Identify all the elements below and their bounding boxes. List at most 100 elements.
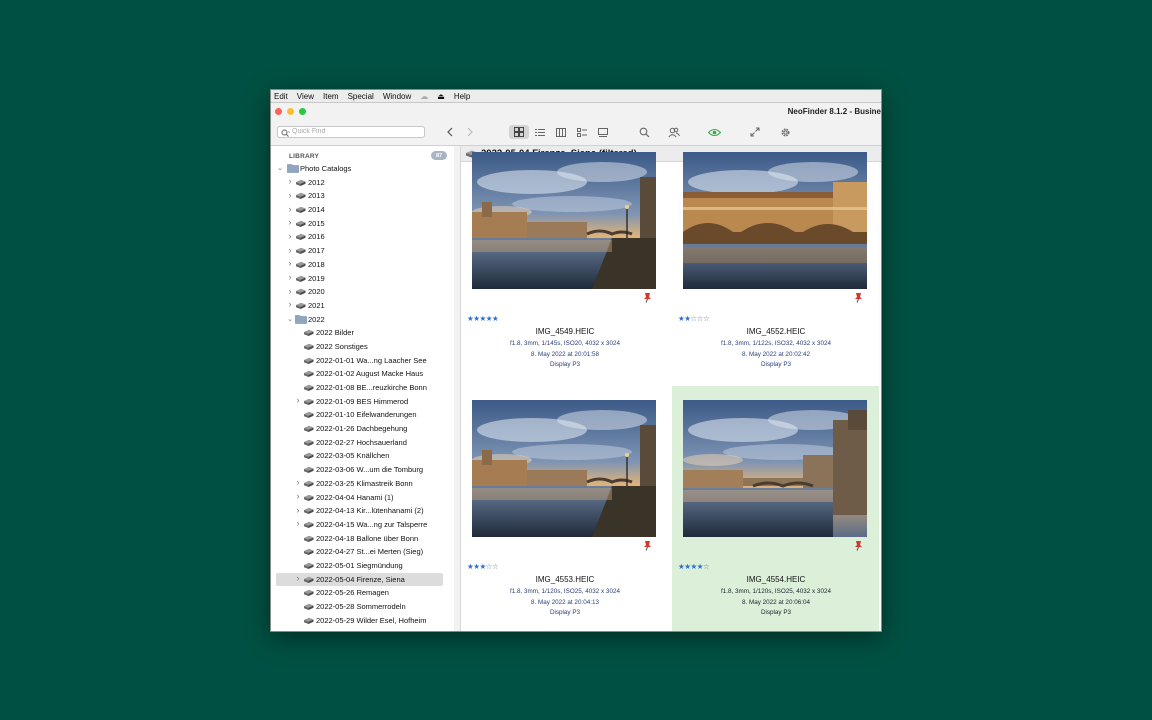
tree-item-label: 2022 Bilder [316, 328, 354, 338]
menu-help[interactable]: Help [454, 92, 470, 101]
tree-item[interactable]: 2022-05-01 Siegmündung [271, 559, 455, 573]
tree-item[interactable]: › 2022-04-15 Wa...ng zur Talsperre [271, 518, 455, 532]
tree-item[interactable]: 2022-05-29 Wilder Esel, Hofheim [271, 614, 455, 628]
chevron-right-icon[interactable]: › [287, 300, 293, 309]
tree-item[interactable]: › 2022-04-13 Kir...lütenhanami (2) [271, 504, 455, 518]
view-columns-button[interactable] [554, 125, 568, 139]
tree-item-label: 2017 [308, 246, 325, 256]
tree-item[interactable]: 2022-01-02 August Macke Haus [271, 367, 455, 381]
menu-edit[interactable]: Edit [274, 92, 288, 101]
tree-item[interactable]: 2022-03-05 Knällchen [271, 449, 455, 463]
chevron-right-icon[interactable]: › [287, 204, 293, 213]
pin-icon[interactable] [643, 292, 652, 303]
menu-extra-icon[interactable]: ☁ [420, 92, 428, 101]
rating-stars[interactable]: ★★☆☆☆ [678, 314, 710, 323]
tree-item[interactable]: 2022 Bilder [271, 326, 455, 340]
pin-icon[interactable] [854, 540, 863, 551]
rating-stars[interactable]: ★★★☆☆ [467, 562, 499, 571]
view-preview-button[interactable] [596, 125, 610, 139]
tree-item[interactable]: › 2013 [271, 189, 455, 203]
chevron-right-icon[interactable]: › [295, 492, 301, 501]
chevron-right-icon[interactable]: › [295, 574, 301, 583]
tree-item[interactable]: 2022-01-10 Eifelwanderungen [271, 408, 455, 422]
view-list-button[interactable] [533, 125, 547, 139]
photo-profile: Display P3 [549, 609, 581, 617]
eject-icon[interactable]: ⏏ [437, 92, 445, 101]
tree-item[interactable]: 2022-01-08 BE...reuzkirche Bonn [271, 381, 455, 395]
tree-item[interactable]: › 2020 [271, 285, 455, 299]
tree-item[interactable]: 2022-04-18 Ballone über Bonn [271, 532, 455, 546]
photo-thumbnail[interactable] [683, 152, 867, 289]
tree-item[interactable]: 2022-01-26 Dachbegehung [271, 422, 455, 436]
tree-item[interactable]: 2022-03-06 W...um die Tomburg [271, 463, 455, 477]
photo-exif: f1.8, 3mm, 1/120s, ISO25, 4032 x 3024 [510, 588, 620, 595]
find-button[interactable] [637, 125, 651, 139]
photo-thumbnail[interactable] [472, 400, 656, 537]
chevron-right-icon[interactable]: › [287, 190, 293, 199]
menu-view[interactable]: View [297, 92, 314, 101]
photo-cell[interactable]: ★★★★☆ IMG_4554.HEIC f1.8, 3mm, 1/120s, ISO… [672, 386, 880, 631]
menu-special[interactable]: Special [348, 92, 374, 101]
menu-item[interactable]: Item [323, 92, 339, 101]
tree-item[interactable]: › 2016 [271, 230, 455, 244]
pin-icon[interactable] [643, 540, 652, 551]
tree-item[interactable]: › 2017 [271, 244, 455, 258]
chevron-right-icon[interactable]: › [287, 231, 293, 240]
tree-item[interactable]: › 2019 [271, 272, 455, 286]
chevron-right-icon[interactable]: › [287, 259, 293, 268]
tree-item[interactable]: › 2015 [271, 217, 455, 231]
tree-item[interactable]: › 2012 [271, 176, 455, 190]
photo-cell[interactable]: ★★★★★ IMG_4549.HEIC f1.8, 3mm, 1/145s, ISO… [461, 152, 669, 406]
tree-item[interactable]: › 2018 [271, 258, 455, 272]
photo-cell[interactable]: ★★☆☆☆ IMG_4552.HEIC f1.8, 3mm, 1/122s, ISO… [672, 152, 880, 406]
chevron-down-icon[interactable]: ⌄ [277, 165, 283, 173]
tree-item[interactable]: › 2022-04-04 Hanami (1) [271, 491, 455, 505]
pin-icon[interactable] [854, 292, 863, 303]
tree-item[interactable]: 2022-05-28 Sommerrodeln [271, 600, 455, 614]
quick-find-field[interactable] [277, 126, 425, 138]
tree-item[interactable]: › 2021 [271, 299, 455, 313]
tree-item[interactable]: ⌄ 2022 [271, 313, 455, 327]
chevron-right-icon[interactable]: › [287, 177, 293, 186]
rating-stars[interactable]: ★★★★★ [467, 314, 499, 323]
close-window-button[interactable] [275, 108, 282, 115]
zoom-window-button[interactable] [299, 108, 306, 115]
quick-find-input[interactable] [292, 128, 412, 135]
tree-item[interactable]: › 2022-05-04 Firenze, Siena [271, 572, 455, 587]
tree-item[interactable]: 2022-04-27 St...ei Merten (Sieg) [271, 545, 455, 559]
tree-item[interactable]: › 2022-03-25 Klimastreik Bonn [271, 477, 455, 491]
tree-item[interactable]: › 2022-01-09 BES Himmerod [271, 395, 455, 409]
chevron-right-icon[interactable]: › [295, 396, 301, 405]
chevron-right-icon[interactable]: › [287, 218, 293, 227]
chevron-right-icon[interactable]: › [287, 286, 293, 295]
fullscreen-button[interactable] [748, 125, 762, 139]
tree-item[interactable]: 2022-05-26 Remagen [271, 586, 455, 600]
chevron-right-icon[interactable]: › [287, 273, 293, 282]
view-details-button[interactable] [575, 125, 589, 139]
photo-cell[interactable]: ★★★☆☆ IMG_4553.HEIC f1.8, 3mm, 1/120s, ISO… [461, 400, 669, 631]
photo-thumbnail[interactable] [683, 400, 867, 537]
tree-item-photo-catalogs[interactable]: ⌄ Photo Catalogs [271, 162, 455, 176]
preview-toggle-button[interactable] [707, 125, 721, 139]
tree-item[interactable]: › 2014 [271, 203, 455, 217]
catalog-disk-icon [296, 302, 306, 309]
chevron-right-icon[interactable]: › [295, 478, 301, 487]
chevron-right-icon[interactable]: › [287, 245, 293, 254]
back-button[interactable] [443, 125, 457, 139]
settings-button[interactable] [778, 125, 792, 139]
tree-item[interactable]: 2022-01-01 Wa...ng Laacher See [271, 354, 455, 368]
tree-item[interactable]: 2022 Sonstiges [271, 340, 455, 354]
chevron-down-icon[interactable]: ⌄ [287, 316, 293, 324]
chevron-right-icon[interactable]: › [295, 519, 301, 528]
content-scrollbar[interactable] [879, 162, 881, 631]
minimize-window-button[interactable] [287, 108, 294, 115]
forward-button[interactable] [463, 125, 477, 139]
rating-stars[interactable]: ★★★★☆ [678, 562, 710, 571]
menu-window[interactable]: Window [383, 92, 411, 101]
faces-button[interactable] [667, 125, 681, 139]
tree-item[interactable]: 2022-02-27 Hochsauerland [271, 436, 455, 450]
sidebar-splitter[interactable] [454, 146, 461, 631]
chevron-right-icon[interactable]: › [295, 505, 301, 514]
view-grid-button[interactable] [509, 125, 529, 139]
photo-thumbnail[interactable] [472, 152, 656, 289]
